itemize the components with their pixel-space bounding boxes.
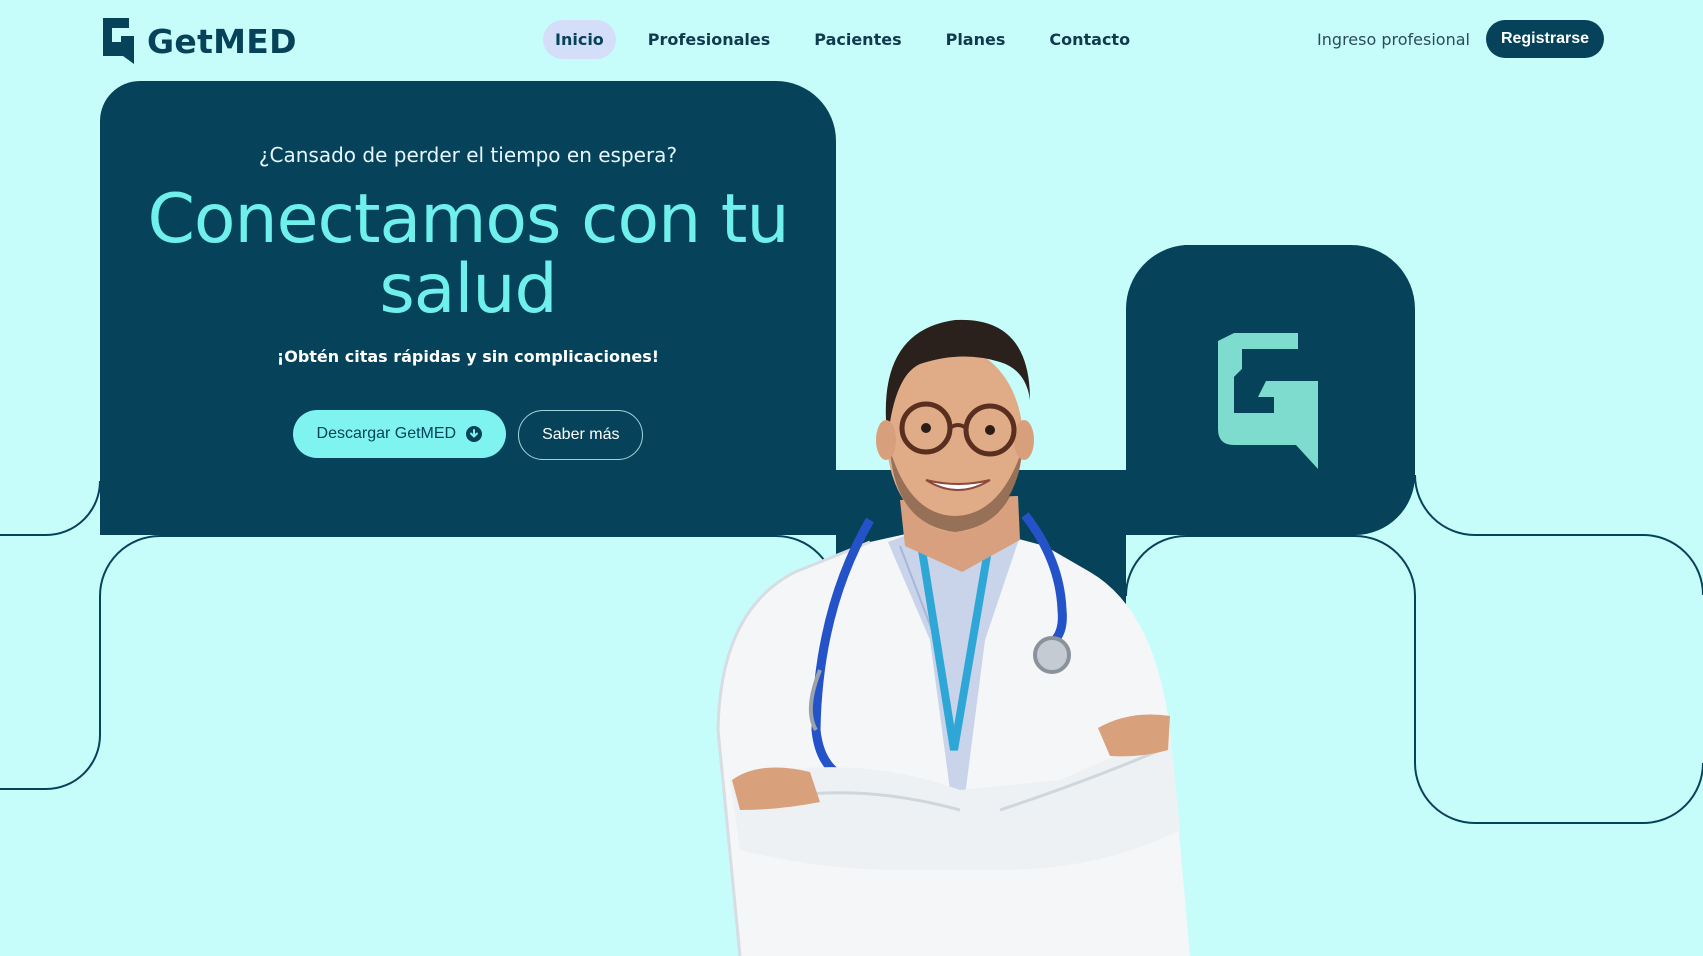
right-curve-top: [1414, 474, 1703, 596]
page: GetMED Inicio Profesionales Pacientes Pl…: [0, 0, 1703, 956]
doctor-photo: [716, 319, 1190, 956]
professional-login-link[interactable]: Ingreso profesional: [1317, 30, 1470, 49]
hero-title: Conectamos con tu salud: [147, 180, 789, 329]
getmed-brand-mark-icon: [1218, 333, 1318, 469]
left-curve-top: [0, 480, 101, 536]
main-nav: Inicio Profesionales Pacientes Planes Co…: [543, 20, 1142, 59]
nav-item-pacientes[interactable]: Pacientes: [802, 20, 913, 59]
download-circle-icon: [466, 426, 483, 442]
brand-name: GetMED: [147, 21, 297, 61]
brand-logo[interactable]: GetMED: [99, 16, 297, 66]
download-button-label: Descargar GetMED: [316, 425, 457, 442]
register-button[interactable]: Registrarse: [1485, 20, 1604, 58]
top-navbar: GetMED Inicio Profesionales Pacientes Pl…: [0, 0, 1703, 82]
nav-item-profesionales[interactable]: Profesionales: [636, 20, 782, 59]
nav-item-contacto[interactable]: Contacto: [1037, 20, 1142, 59]
hero-kicker: ¿Cansado de perder el tiempo en espera?: [258, 143, 678, 167]
nav-item-inicio[interactable]: Inicio: [543, 20, 616, 59]
download-getmed-button[interactable]: Descargar GetMED: [292, 410, 507, 458]
learn-more-button[interactable]: Saber más: [518, 410, 644, 460]
nav-item-planes[interactable]: Planes: [934, 20, 1018, 59]
auth-actions: Ingreso profesional Registrarse: [1317, 20, 1604, 58]
getmed-logo-icon: [103, 18, 134, 64]
